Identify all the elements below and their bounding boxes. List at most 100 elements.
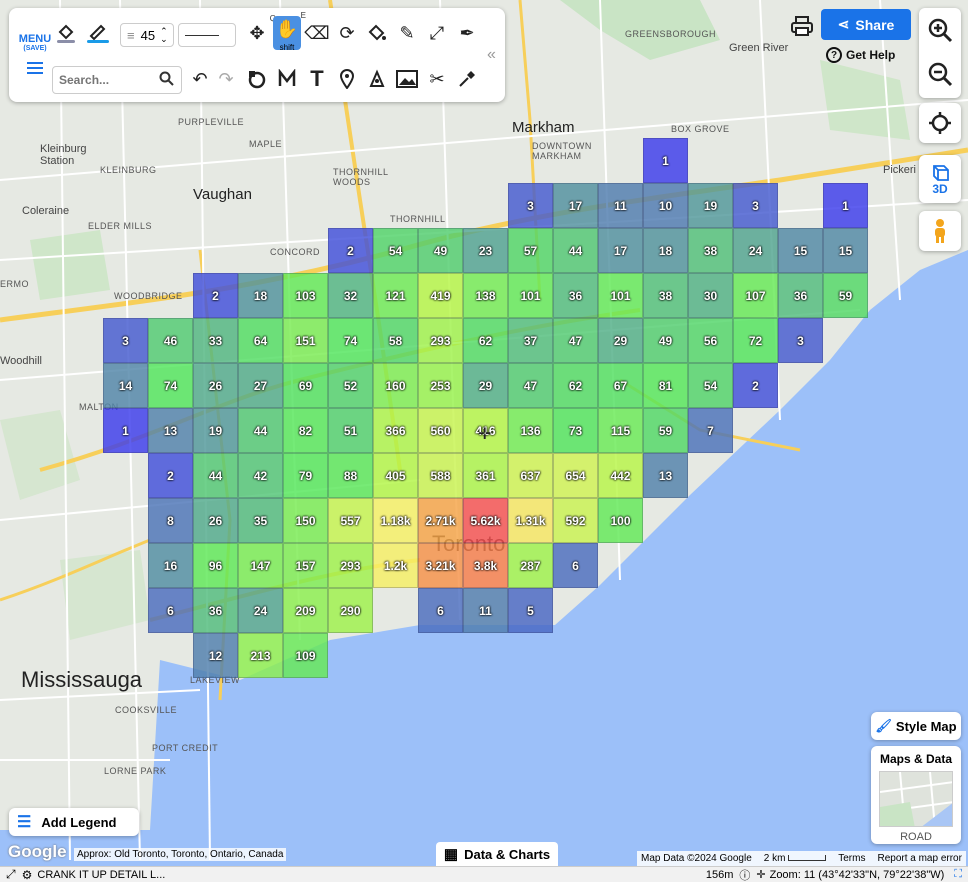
heatmap-cell[interactable]: 8 — [148, 498, 193, 543]
heatmap-cell[interactable]: 59 — [823, 273, 868, 318]
heatmap-cell[interactable]: 151 — [283, 318, 328, 363]
heatmap-cell[interactable]: 24 — [238, 588, 283, 633]
share-button[interactable]: ⋖ Share — [821, 9, 911, 40]
heatmap-cell[interactable]: 62 — [463, 318, 508, 363]
heatmap-cell[interactable]: 147 — [238, 543, 283, 588]
heatmap-cell[interactable]: 3 — [778, 318, 823, 363]
heatmap-cell[interactable]: 103 — [283, 273, 328, 318]
add-legend-button[interactable]: ☰ Add Legend — [9, 808, 139, 836]
heatmap-cell[interactable]: 19 — [688, 183, 733, 228]
heatmap-cell[interactable]: 58 — [373, 318, 418, 363]
heatmap-cell[interactable]: 38 — [688, 228, 733, 273]
heatmap-cell[interactable]: 3.21k — [418, 543, 463, 588]
heatmap-cell[interactable]: 293 — [328, 543, 373, 588]
heatmap-cell[interactable]: 54 — [688, 363, 733, 408]
redo-icon[interactable]: ↷ — [212, 65, 240, 93]
heatmap-cell[interactable]: 1.2k — [373, 543, 418, 588]
heatmap-cell[interactable]: 109 — [283, 633, 328, 678]
heatmap-cell[interactable]: 2 — [328, 228, 373, 273]
heatmap-cell[interactable]: 72 — [733, 318, 778, 363]
heatmap-cell[interactable]: 29 — [463, 363, 508, 408]
heatmap-cell[interactable]: 44 — [193, 453, 238, 498]
heatmap-cell[interactable]: 82 — [283, 408, 328, 453]
heatmap-cell[interactable]: 42 — [238, 453, 283, 498]
heatmap-cell[interactable]: 73 — [553, 408, 598, 453]
map-canvas[interactable]: MarkhamVaughanMississaugaTorontoKleinbur… — [0, 0, 968, 866]
heatmap-cell[interactable]: 101 — [508, 273, 553, 318]
freehand-icon[interactable]: ✎ — [393, 19, 421, 47]
info-icon[interactable]: ⓘ — [739, 867, 750, 882]
menu-button[interactable]: MENU (SAVE) — [15, 34, 55, 74]
heatmap-cell[interactable]: 253 — [418, 363, 463, 408]
heatmap-cell[interactable]: 15 — [778, 228, 823, 273]
heatmap-cell[interactable]: 6 — [553, 543, 598, 588]
heatmap-cell[interactable]: 1 — [823, 183, 868, 228]
my-location-icon[interactable] — [919, 103, 961, 143]
heatmap-cell[interactable]: 7 — [688, 408, 733, 453]
radius-tool-icon[interactable] — [363, 65, 391, 93]
heatmap-cell[interactable]: 293 — [418, 318, 463, 363]
heatmap-cell[interactable]: 96 — [193, 543, 238, 588]
heatmap-cell[interactable]: 51 — [328, 408, 373, 453]
heatmap-cell[interactable]: 160 — [373, 363, 418, 408]
expand-icon[interactable]: ⤢ — [6, 867, 16, 882]
heatmap-cell[interactable]: 366 — [373, 408, 418, 453]
heatmap-cell[interactable]: 24 — [733, 228, 778, 273]
heatmap-cell[interactable]: 11 — [463, 588, 508, 633]
collapse-toolbar-icon[interactable]: « — [487, 46, 496, 64]
heatmap-cell[interactable]: 101 — [598, 273, 643, 318]
three-d-button[interactable]: 3D — [919, 155, 961, 203]
heatmap-cell[interactable]: 11 — [598, 183, 643, 228]
heatmap-cell[interactable]: 10 — [643, 183, 688, 228]
heatmap-cell[interactable]: 150 — [283, 498, 328, 543]
heatmap-cell[interactable]: 33 — [193, 318, 238, 363]
heatmap-cell[interactable]: 405 — [373, 453, 418, 498]
heatmap-cell[interactable]: 5 — [508, 588, 553, 633]
heatmap-cell[interactable]: 2 — [148, 453, 193, 498]
heatmap-cell[interactable]: 30 — [688, 273, 733, 318]
heatmap-cell[interactable]: 26 — [193, 498, 238, 543]
circle-tool-icon[interactable] — [243, 65, 271, 93]
heatmap-cell[interactable]: 6 — [148, 588, 193, 633]
line-style-select[interactable] — [178, 23, 236, 47]
heatmap-cell[interactable]: 560 — [418, 408, 463, 453]
heatmap-cell[interactable]: 136 — [508, 408, 553, 453]
style-map-button[interactable]: 🖌 Style Map — [871, 712, 961, 740]
heatmap-cell[interactable]: 19 — [193, 408, 238, 453]
heatmap-cell[interactable]: 2.71k — [418, 498, 463, 543]
heatmap-cell[interactable]: 67 — [598, 363, 643, 408]
heatmap-cell[interactable]: 5.62k — [463, 498, 508, 543]
heatmap-cell[interactable]: 3 — [103, 318, 148, 363]
heatmap-cell[interactable]: 15 — [823, 228, 868, 273]
pan-hand-icon[interactable]: ✋ E shift — [273, 11, 306, 52]
heatmap-cell[interactable]: 592 — [553, 498, 598, 543]
heatmap-cell[interactable]: 3 — [733, 183, 778, 228]
heatmap-cell[interactable]: 38 — [643, 273, 688, 318]
heatmap-cell[interactable]: 107 — [733, 273, 778, 318]
zoom-in-icon[interactable] — [919, 8, 961, 52]
heatmap-cell[interactable]: 3.8k — [463, 543, 508, 588]
heatmap-cell[interactable]: 32 — [328, 273, 373, 318]
line-tool-icon[interactable]: ⤢ — [423, 19, 451, 47]
heatmap-cell[interactable]: 654 — [553, 453, 598, 498]
heatmap-cell[interactable]: 47 — [553, 318, 598, 363]
heatmap-cell[interactable]: 442 — [598, 453, 643, 498]
print-icon[interactable] — [787, 12, 817, 40]
image-tool-icon[interactable] — [393, 65, 421, 93]
heatmap-cell[interactable]: 637 — [508, 453, 553, 498]
heatmap-cell[interactable]: 6 — [418, 588, 463, 633]
heatmap-cell[interactable]: 54 — [373, 228, 418, 273]
heatmap-cell[interactable]: 49 — [418, 228, 463, 273]
report-link[interactable]: Report a map error — [877, 853, 961, 864]
zoom-out-icon[interactable] — [919, 52, 961, 96]
map-title[interactable]: CRANK IT UP DETAIL L... — [37, 869, 165, 881]
marker-pin-icon[interactable] — [333, 65, 361, 93]
search-icon[interactable] — [159, 71, 174, 90]
heatmap-cell[interactable]: 36 — [553, 273, 598, 318]
heatmap-cell[interactable]: 287 — [508, 543, 553, 588]
heatmap-cell[interactable]: 44 — [553, 228, 598, 273]
eyedropper-icon[interactable] — [453, 65, 481, 93]
heatmap-cell[interactable]: 79 — [283, 453, 328, 498]
heatmap-cell[interactable]: 419 — [418, 273, 463, 318]
heatmap-cell[interactable]: 12 — [193, 633, 238, 678]
